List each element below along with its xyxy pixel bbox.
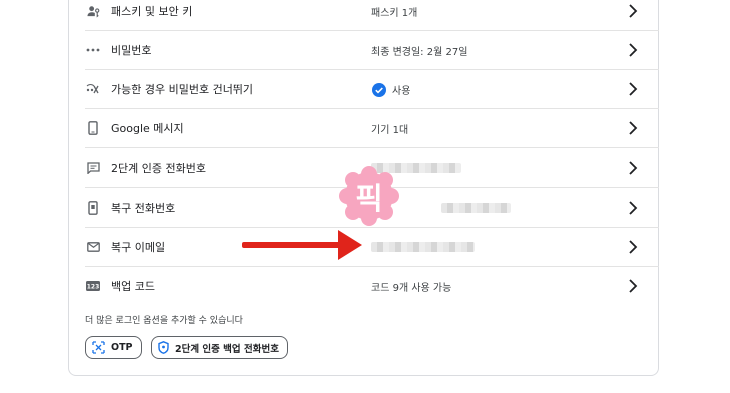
watermark-text: 픽 [355,182,383,217]
recovery-phone-icon [86,201,100,215]
chevron-right-icon[interactable] [627,278,639,294]
row-label: 복구 전화번호 [111,202,176,215]
chevron-right-icon[interactable] [627,160,639,176]
chevron-right-icon[interactable] [627,42,639,58]
row-skip-password[interactable]: 가능한 경우 비밀번호 건너뛰기 사용 [69,70,659,109]
chip-label: OTP [111,342,133,353]
password-dots-icon [86,43,100,57]
row-value: 기기 1대 [371,125,409,136]
redacted-value [371,242,475,252]
enabled-check-icon [372,82,386,101]
row-passkey[interactable]: 패스키 및 보안 키 패스키 1개 [69,0,659,31]
chevron-right-icon[interactable] [627,239,639,255]
shield-icon [158,341,169,354]
otp-chip-button[interactable]: OTP [85,336,142,359]
row-divider [85,147,659,148]
chevron-right-icon[interactable] [627,200,639,216]
row-value: 최종 변경일: 2월 27일 [371,47,468,58]
row-label: 백업 코드 [111,280,155,293]
watermark-badge: 픽 [334,165,404,227]
row-password[interactable]: 비밀번호 최종 변경일: 2월 27일 [69,31,659,70]
chevron-right-icon[interactable] [627,3,639,19]
row-label: 2단계 인증 전화번호 [111,162,206,175]
phone-icon [86,121,100,135]
row-recovery-email[interactable]: 복구 이메일 [69,228,659,267]
otp-icon [92,341,105,354]
annotation-arrow [242,230,362,260]
more-options-hint: 더 많은 로그인 옵션을 추가할 수 있습니다 [85,316,243,326]
redacted-value [441,203,511,213]
row-label: 비밀번호 [111,44,152,57]
chip-label: 2단계 인증 백업 전화번호 [175,343,279,355]
message-icon [86,161,100,175]
skip-password-icon [86,82,100,96]
row-backup-codes[interactable]: 123 백업 코드 코드 9개 사용 가능 [69,267,659,306]
chevron-right-icon[interactable] [627,81,639,97]
row-label: 복구 이메일 [111,241,166,254]
mail-icon [86,240,100,254]
passkey-icon [86,4,100,18]
chevron-right-icon[interactable] [627,120,639,136]
svg-text:123: 123 [87,284,100,291]
row-google-messages[interactable]: Google 메시지 기기 1대 [69,109,659,148]
backup-phone-chip-button[interactable]: 2단계 인증 백업 전화번호 [151,336,288,359]
row-label: Google 메시지 [111,122,184,135]
row-value: 사용 [392,86,411,97]
backup-code-icon: 123 [86,279,100,293]
row-label: 가능한 경우 비밀번호 건너뛰기 [111,83,254,96]
row-label: 패스키 및 보안 키 [111,5,193,18]
row-value: 패스키 1개 [371,8,418,19]
row-value: 코드 9개 사용 가능 [371,283,452,294]
